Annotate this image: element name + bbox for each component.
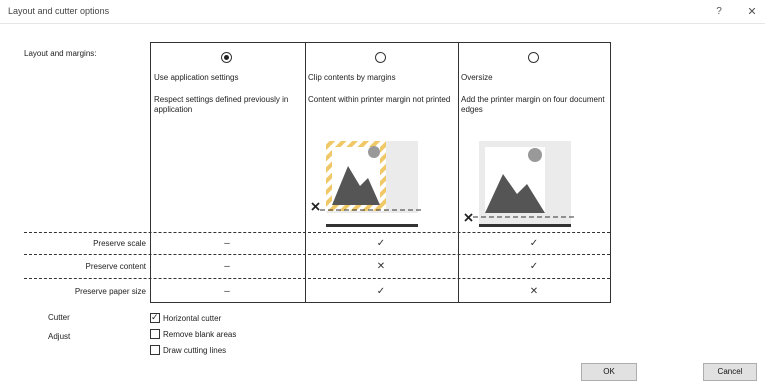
option-desc-application: Respect settings defined previously in a… <box>154 95 289 114</box>
table-col-divider-1 <box>150 42 151 303</box>
draw-cutting-lines-checkbox-row[interactable]: Draw cutting lines <box>150 345 226 355</box>
paper-edge-bar <box>326 224 418 227</box>
table-bottom-border <box>150 302 610 303</box>
preserve-scale-clip-mark: ✓ <box>376 238 386 249</box>
radio-oversize[interactable] <box>528 52 539 63</box>
cutter-label: Cutter <box>48 313 70 322</box>
remove-blank-areas-label: Remove blank areas <box>163 329 237 339</box>
paper-edge-bar <box>479 224 571 227</box>
table-col-divider-2 <box>305 42 306 303</box>
option-desc-clip: Content within printer margin not printe… <box>308 95 451 104</box>
preserve-scale-oversize-mark: ✓ <box>529 238 539 249</box>
title-bar: Layout and cutter options ? ✕ <box>0 0 765 24</box>
draw-cutting-lines-label: Draw cutting lines <box>163 345 227 355</box>
preserve-content-clip-mark: ✕ <box>376 261 386 272</box>
row-separator-3 <box>24 278 610 279</box>
cancel-button[interactable]: Cancel <box>703 363 757 381</box>
table-top-border <box>150 42 610 43</box>
remove-blank-areas-checkbox[interactable] <box>150 329 160 339</box>
horizontal-cutter-checkbox-row[interactable]: Horizontal cutter <box>150 312 222 323</box>
row-separator-2 <box>24 254 610 255</box>
radio-clip-contents[interactable] <box>375 52 386 63</box>
cut-mark-icon <box>464 213 473 222</box>
close-icon[interactable]: ✕ <box>745 5 759 19</box>
clip-margins-illustration <box>311 141 422 227</box>
ok-button[interactable]: OK <box>581 363 637 381</box>
preserve-content-oversize-mark: ✓ <box>529 261 539 272</box>
preserve-paper-size-oversize-mark: ✕ <box>529 286 539 297</box>
window-title: Layout and cutter options <box>8 6 110 16</box>
table-col-divider-4 <box>610 42 611 303</box>
option-title-oversize: Oversize <box>461 73 493 82</box>
table-col-divider-3 <box>458 42 459 303</box>
adjust-label: Adjust <box>48 332 71 341</box>
cut-mark-icon <box>311 202 320 211</box>
row-label-preserve-paper-size: Preserve paper size <box>74 287 146 296</box>
row-label-preserve-content: Preserve content <box>85 262 146 271</box>
preserve-paper-size-clip-mark: ✓ <box>376 286 386 297</box>
row-label-preserve-scale: Preserve scale <box>93 239 146 248</box>
option-title-clip: Clip contents by margins <box>308 73 396 82</box>
help-icon[interactable]: ? <box>712 5 726 19</box>
draw-cutting-lines-checkbox[interactable] <box>150 345 160 355</box>
horizontal-cutter-label: Horizontal cutter <box>163 313 222 323</box>
preserve-paper-size-application-mark: – <box>224 286 230 297</box>
preserve-content-application-mark: – <box>224 261 230 272</box>
oversize-illustration <box>464 141 575 227</box>
layout-section-label: Layout and margins: <box>24 49 97 58</box>
horizontal-cutter-checkbox[interactable] <box>150 312 160 323</box>
preserve-scale-application-mark: – <box>224 238 230 249</box>
option-desc-oversize: Add the printer margin on four document … <box>461 95 605 114</box>
row-separator-1 <box>24 232 610 233</box>
option-title-application: Use application settings <box>154 73 239 82</box>
radio-use-application-settings[interactable] <box>221 52 232 63</box>
remove-blank-areas-checkbox-row[interactable]: Remove blank areas <box>150 329 236 339</box>
